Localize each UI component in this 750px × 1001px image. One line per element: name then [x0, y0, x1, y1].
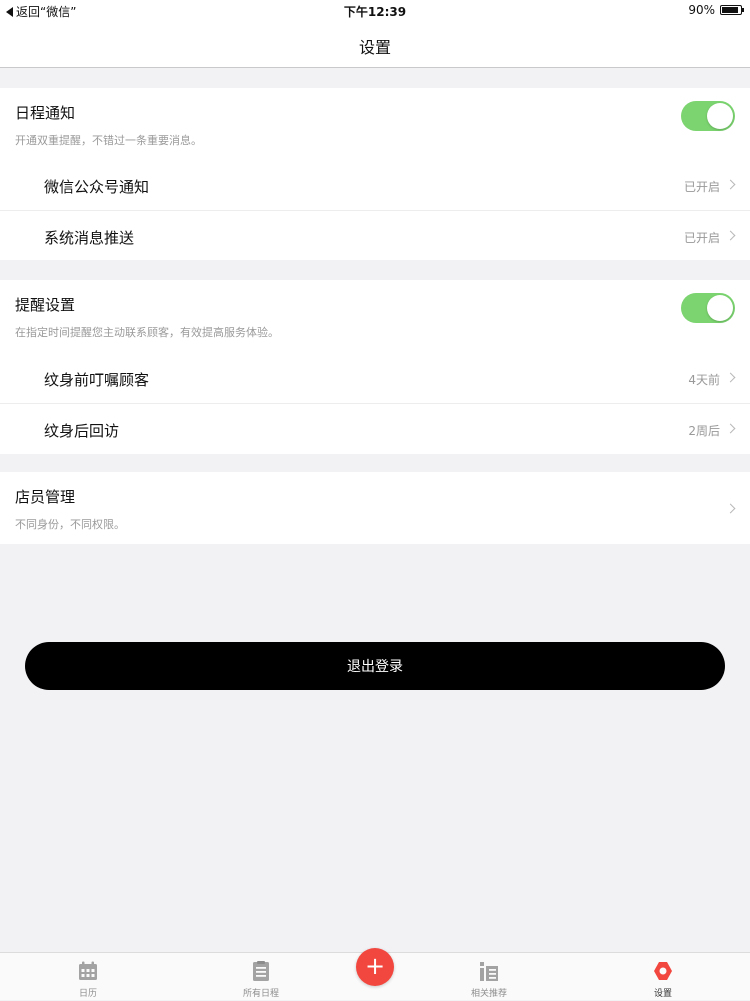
tab-recommendations-label: 相关推荐: [470, 989, 507, 999]
staff-management-title: 店员管理: [15, 488, 76, 506]
system-push-label: 系统消息推送: [44, 229, 135, 247]
tab-recommendations[interactable]: 相关推荐: [429, 953, 549, 1001]
status-time: 下午12:39: [343, 5, 407, 19]
status-bar: 返回“微信” 下午12:39 90%: [0, 0, 750, 22]
system-push-value: 已开启: [683, 231, 720, 245]
wechat-official-notice-value: 已开启: [683, 180, 720, 194]
schedule-notice-description: 开通双重提醒，不错过一条重要消息。: [15, 134, 202, 147]
schedule-notice-toggle[interactable]: [681, 101, 735, 131]
tab-settings-label: 设置: [653, 989, 672, 999]
post-tattoo-followup-row[interactable]: 纹身后回访 2周后: [0, 403, 750, 453]
tab-calendar-label: 日历: [78, 989, 97, 999]
pre-tattoo-reminder-value: 4天前: [688, 373, 720, 387]
chevron-right-icon: [725, 423, 736, 434]
staff-management-row[interactable]: 店员管理 不同身份，不同权限。: [0, 472, 750, 544]
tab-settings[interactable]: 设置: [603, 953, 723, 1001]
chevron-right-icon: [725, 372, 736, 383]
add-icon: +: [364, 952, 386, 980]
calendar-icon: [79, 961, 97, 980]
staff-management-description: 不同身份，不同权限。: [15, 518, 125, 531]
battery-percent: 90%: [688, 3, 715, 17]
pre-tattoo-reminder-row[interactable]: 纹身前叮嘱顾客 4天前: [0, 353, 750, 403]
tab-all-schedules[interactable]: 所有日程: [201, 953, 321, 1001]
reminder-settings-section: 提醒设置 在指定时间提醒您主动联系顾客，有效提高服务体验。 纹身前叮嘱顾客 4天…: [0, 280, 750, 454]
add-button[interactable]: +: [356, 948, 394, 986]
nav-bar: 设置: [0, 22, 750, 68]
tab-all-schedules-label: 所有日程: [242, 989, 279, 999]
chevron-right-icon: [725, 230, 736, 241]
schedule-notice-title: 日程通知: [15, 104, 76, 122]
schedule-notice-section: 日程通知 开通双重提醒，不错过一条重要消息。 微信公众号通知 已开启 系统消息推…: [0, 88, 750, 260]
reminder-settings-toggle[interactable]: [681, 293, 735, 323]
settings-icon: [654, 962, 672, 980]
wechat-official-notice-row[interactable]: 微信公众号通知 已开启: [0, 160, 750, 210]
wechat-official-notice-label: 微信公众号通知: [44, 178, 150, 196]
chevron-right-icon: [725, 503, 736, 514]
chevron-right-icon: [725, 179, 736, 190]
list-icon: [253, 961, 269, 981]
recommend-icon: [480, 962, 498, 981]
post-tattoo-followup-label: 纹身后回访: [44, 422, 120, 440]
status-battery: 90%: [688, 3, 744, 17]
toggle-knob: [707, 103, 733, 129]
battery-icon: [720, 5, 744, 15]
pre-tattoo-reminder-label: 纹身前叮嘱顾客: [44, 371, 150, 389]
reminder-settings-description: 在指定时间提醒您主动联系顾客，有效提高服务体验。: [15, 326, 279, 339]
logout-button[interactable]: 退出登录: [25, 642, 725, 690]
toggle-knob: [707, 295, 733, 321]
tab-calendar[interactable]: 日历: [28, 953, 148, 1001]
system-push-row[interactable]: 系统消息推送 已开启: [0, 210, 750, 260]
reminder-settings-title: 提醒设置: [15, 296, 76, 314]
page-title: 设置: [358, 38, 391, 57]
post-tattoo-followup-value: 2周后: [688, 424, 720, 438]
